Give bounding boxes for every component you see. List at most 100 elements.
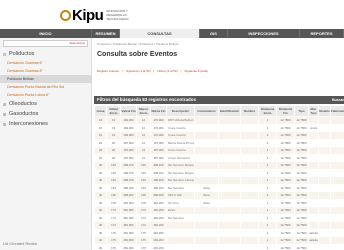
table-cell: 281,000 (120, 206, 137, 215)
column-header[interactable]: Línea (94, 105, 107, 117)
table-cell: 169,000 (120, 131, 137, 140)
column-header[interactable]: Marca Fin (150, 105, 167, 117)
column-header[interactable]: Válvul Fin (120, 105, 137, 117)
table-cell (166, 236, 195, 245)
table-cell: 12,7500 (294, 138, 309, 147)
table-cell: SC Pozo (166, 198, 195, 207)
table-cell: 133 (136, 161, 151, 170)
table-row[interactable]: 40 178 281,000 178 281,200 SC Pozo Zona 1 12,750… (94, 198, 344, 207)
column-header[interactable]: Identificación (218, 105, 241, 117)
table-row[interactable]: 40 174 281,000 174 281,200 Rio Nervioso 1 12,75… (94, 213, 344, 222)
sidebar-item[interactable]: Derivacion Punta Lobos 6" (0, 91, 91, 99)
table-cell: 174 (106, 221, 121, 230)
table-cell (218, 146, 241, 155)
table-row[interactable]: 40 133 268,070 133 268,220 Rio Nervioso Carre… (94, 176, 344, 185)
table-cell: 12,7500 (276, 146, 295, 155)
table-cell: 175 (136, 236, 151, 245)
sidebar-item[interactable]: Derivacion Guamas 6" (0, 59, 91, 67)
sidebar-group[interactable]: ⊟ Poliductos (0, 49, 91, 59)
table-cell: 174 (136, 213, 151, 222)
table-cell: 12,7500 (294, 146, 309, 155)
column-header[interactable]: Válvul Inicio (106, 105, 121, 117)
table-row[interactable]: 40 134 268,200 134 268,220 Rio Nervioso Zona 1 1… (94, 183, 344, 192)
nav-tab-3[interactable]: GIS (200, 29, 228, 38)
column-header[interactable]: Descripción (166, 105, 195, 117)
table-row[interactable]: 40 136 268,200 136 268,320 SECO Valv Zona 1 12,7… (94, 191, 344, 200)
table-cell: 12,7500 (294, 161, 309, 170)
table-cell (330, 221, 344, 230)
column-header[interactable]: Nombre (240, 105, 259, 117)
table-cell (240, 183, 259, 192)
table-cell: 187,000 (150, 153, 167, 162)
nav-tab-5[interactable]: REPORTES (300, 29, 344, 38)
table-cell (318, 168, 331, 177)
sidebar-item[interactable]: Derivacion Guamas 8" (0, 67, 91, 75)
table-cell (308, 146, 319, 155)
table-cell: 268,220 (150, 183, 167, 192)
table-row[interactable]: 40 133 268,070 133 268,220 Rio Nervioso Margi… (94, 161, 344, 170)
filter-bar: Filtros del búsqueda 83 registros encont… (94, 96, 344, 104)
table-cell: 133 (106, 161, 121, 170)
table-row[interactable]: 40 173 281,000 173 281,200 EsSin 1 12,7500 12,75… (94, 206, 344, 215)
table-row[interactable]: 40 174 281,000 174 281,200 1 12,7500 12,7500 (94, 221, 344, 230)
column-header[interactable]: Modelo (318, 105, 331, 117)
sidebar-group-label: Poliductos (9, 51, 35, 57)
table-cell: 187,000 (120, 146, 137, 155)
table-cell (218, 206, 241, 215)
sidebar-item[interactable]: Derivacion Punta Banda del Rio Sol (0, 83, 91, 91)
nav-tab-1[interactable]: RESUMEN (92, 29, 120, 38)
sidebar-item[interactable]: Poliducto Beltran (0, 75, 91, 83)
table-cell: 12,7500 (276, 168, 295, 177)
table-row[interactable]: 16 13 169,000 12 170,000 DMT Valvula Beltran 1… (94, 116, 344, 125)
table-row[interactable]: 16 13 169,000 12 170,000 Cruce Camino 1 12,7500… (94, 123, 344, 132)
column-header[interactable]: Comentarios (194, 105, 219, 117)
table-cell (218, 168, 241, 177)
sidebar-group[interactable]: ⊞ Oleoductos (0, 99, 91, 109)
table-cell: 21 (136, 146, 151, 155)
table-cell (308, 161, 319, 170)
table-cell (330, 176, 344, 185)
table-cell: 281,000 (120, 198, 137, 207)
table-cell (218, 198, 241, 207)
table-cell: 40 (94, 198, 107, 207)
column-header[interactable]: Marca Inicio (136, 105, 151, 117)
pager-link[interactable]: Siguiente 5 (ante) (184, 69, 208, 73)
table-cell: 134 (136, 183, 151, 192)
brand-logo[interactable]: Kipu INNOVACIÓN Y DESARROLLO TECNOLÓGICO (60, 5, 146, 25)
table-cell (308, 243, 319, 250)
table-cell: 25 (94, 146, 107, 155)
table-cell (240, 206, 259, 215)
table-cell: 169,000 (120, 123, 137, 132)
sidebar-group-label: Interconexiones (9, 121, 48, 127)
nav-tab-4[interactable]: INSPECCIONES (228, 29, 300, 38)
sidebar-search-input[interactable]: Seleccionar (3, 40, 88, 47)
table-cell (240, 213, 259, 222)
column-header[interactable]: Mat. Tipo (308, 105, 319, 117)
nav-tab-2[interactable]: CONSULTAS (120, 29, 200, 38)
column-header[interactable]: Distancia Inicio (258, 105, 277, 117)
pager-link[interactable]: Ultimo (1 al 50) (157, 69, 177, 73)
table-row[interactable]: 25 20 187,000 21 187,000 Arroyo Derivacion 1 12… (94, 153, 344, 162)
table-row[interactable]: 40 133 268,070 133 268,220 Rio Nervioso Margi… (94, 168, 344, 177)
table-cell (318, 123, 331, 132)
table-row[interactable]: 40 175 281,000 175 281,200 1 12,7500 12,7500 val… (94, 236, 344, 245)
table-cell: 25 (94, 138, 107, 147)
table-row[interactable]: 40 175 281,000 175 281,200 1 12,7500 12,7500 val… (94, 228, 344, 237)
pager-link[interactable]: Registro Anterior (97, 69, 119, 73)
table-row[interactable]: 25 20 187,000 21 187,000 Banza Puerta Princip… (94, 138, 344, 147)
sidebar-group[interactable]: ⊞ Interconexiones (0, 119, 91, 129)
table-row[interactable]: 25 20 187,000 21 187,000 Cruce Camino 1 12,7500… (94, 146, 344, 155)
sidebar-group[interactable]: ⊞ Gasoductos (0, 109, 91, 119)
column-header[interactable]: Fabricante (330, 105, 344, 117)
nav-tab-0[interactable]: INICIO (0, 29, 92, 38)
column-header[interactable]: Tipo (294, 105, 309, 117)
table-row[interactable]: 16 13 169,000 12 170,000 Cruce Camino 1 12,7500… (94, 131, 344, 140)
table-cell (218, 236, 241, 245)
pager-link[interactable]: Siguiente (1 al 50) (126, 69, 150, 73)
filter-search-link[interactable]: Buscar (332, 96, 344, 104)
pager-separator: | (122, 69, 124, 73)
table-row[interactable]: 40 176 281,000 176 281,200 1 12,7500 12,7500 (94, 243, 344, 250)
table-cell (330, 123, 344, 132)
column-header[interactable]: Distancia Fin (276, 105, 295, 117)
table-cell: 12 (136, 131, 151, 140)
